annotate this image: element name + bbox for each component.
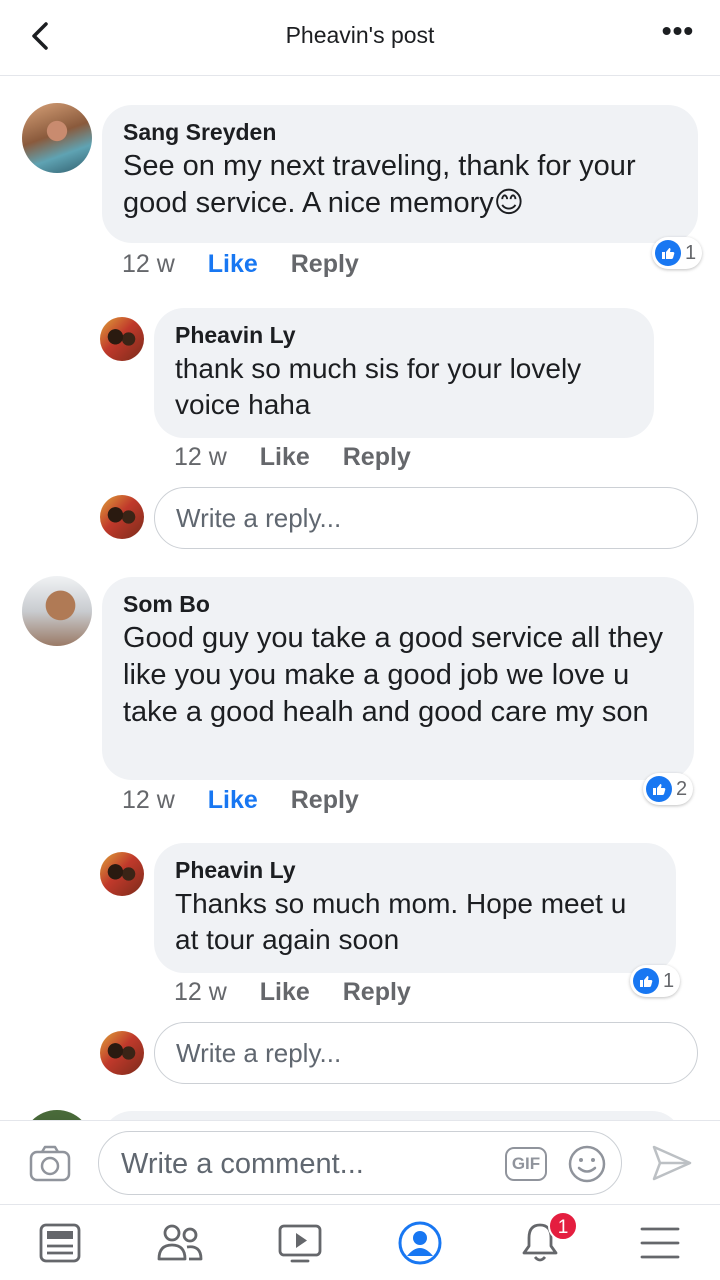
friends-icon — [157, 1224, 203, 1261]
camera-button[interactable] — [28, 1141, 72, 1185]
reply-button[interactable]: Reply — [343, 978, 411, 1006]
reply-button[interactable]: Reply — [291, 786, 359, 814]
tab-friends[interactable] — [156, 1219, 204, 1267]
avatar[interactable] — [22, 103, 92, 173]
bottom-navigation: 1 — [0, 1204, 720, 1280]
profile-icon — [398, 1221, 442, 1265]
like-button[interactable]: Like — [208, 786, 258, 814]
reply-time: 12 w — [174, 443, 227, 471]
smiley-icon — [568, 1145, 606, 1183]
reply-actions: 12 w Like Reply — [174, 978, 437, 1007]
comment-actions: 12 w Like Reply — [122, 250, 385, 279]
tab-profile[interactable] — [396, 1219, 444, 1267]
comment-text: See on my next traveling, thank for your… — [123, 150, 636, 219]
like-reaction-icon — [646, 776, 672, 802]
avatar — [100, 495, 144, 539]
reply-actions: 12 w Like Reply — [174, 443, 437, 472]
reply-author[interactable]: Pheavin Ly — [175, 322, 634, 349]
avatar[interactable] — [22, 576, 92, 646]
reaction-count[interactable]: 1 — [630, 965, 681, 997]
comment-author[interactable]: Sang Sreyden — [123, 119, 678, 146]
more-options-button[interactable]: ••• — [658, 17, 698, 50]
reaction-count[interactable]: 1 — [652, 237, 703, 269]
comment-bubble[interactable]: Som Bo Good guy you take a good service … — [102, 577, 694, 780]
reaction-number: 1 — [685, 241, 697, 264]
reaction-number: 1 — [663, 969, 675, 992]
hamburger-menu-icon — [640, 1227, 680, 1259]
comment-time: 12 w — [122, 786, 175, 814]
like-button[interactable]: Like — [208, 250, 258, 278]
top-bar: Pheavin's post ••• — [0, 0, 720, 76]
comment-composer: Write a comment... GIF — [0, 1120, 720, 1204]
reply-text: Thanks so much mom. Hope meet u at tour … — [175, 888, 627, 955]
comment-bubble[interactable] — [102, 1111, 682, 1120]
avatar[interactable] — [22, 1110, 92, 1120]
reply-time: 12 w — [174, 978, 227, 1006]
like-reaction-icon — [655, 240, 681, 266]
reply-bubble[interactable]: Pheavin Ly thank so much sis for your lo… — [154, 308, 654, 438]
reply-input-placeholder: Write a reply... — [176, 1037, 342, 1068]
news-feed-icon — [39, 1223, 81, 1263]
reply-button[interactable]: Reply — [291, 250, 359, 278]
like-reaction-icon — [633, 968, 659, 994]
gif-button[interactable]: GIF — [505, 1147, 547, 1181]
tab-notifications[interactable]: 1 — [516, 1211, 578, 1267]
reply-input[interactable]: Write a reply... — [154, 1022, 698, 1084]
avatar — [100, 1031, 144, 1075]
comment-author[interactable]: Som Bo — [123, 591, 674, 618]
comment-input-placeholder: Write a comment... — [121, 1148, 364, 1180]
like-button[interactable]: Like — [260, 978, 310, 1006]
avatar[interactable] — [100, 317, 144, 361]
reply-input-placeholder: Write a reply... — [176, 502, 342, 533]
emoji-button[interactable] — [567, 1144, 607, 1184]
comment-actions: 12 w Like Reply — [122, 786, 385, 815]
like-button[interactable]: Like — [260, 443, 310, 471]
reply-author[interactable]: Pheavin Ly — [175, 857, 656, 884]
tab-watch[interactable] — [276, 1219, 324, 1267]
more-dots-icon: ••• — [661, 15, 695, 46]
send-button[interactable] — [650, 1141, 694, 1185]
page-title: Pheavin's post — [285, 22, 435, 48]
reaction-number: 2 — [676, 777, 688, 800]
reply-text: thank so much sis for your lovely voice … — [175, 353, 582, 420]
tab-news-feed[interactable] — [36, 1219, 84, 1267]
reply-bubble[interactable]: Pheavin Ly Thanks so much mom. Hope meet… — [154, 843, 676, 973]
comments-list[interactable]: Sang Sreyden See on my next traveling, t… — [0, 77, 720, 1120]
comment-bubble[interactable]: Sang Sreyden See on my next traveling, t… — [102, 105, 698, 243]
reply-button[interactable]: Reply — [343, 443, 411, 471]
comment-text: Good guy you take a good service all the… — [123, 622, 664, 728]
notification-badge: 1 — [548, 1211, 578, 1241]
camera-icon — [29, 1145, 71, 1182]
send-icon — [652, 1145, 692, 1181]
reply-input[interactable]: Write a reply... — [154, 487, 698, 549]
comment-time: 12 w — [122, 250, 175, 278]
tab-menu[interactable] — [636, 1219, 684, 1267]
comment-input[interactable]: Write a comment... GIF — [98, 1131, 622, 1195]
avatar[interactable] — [100, 852, 144, 896]
reaction-count[interactable]: 2 — [643, 773, 694, 805]
watch-video-icon — [278, 1224, 322, 1263]
